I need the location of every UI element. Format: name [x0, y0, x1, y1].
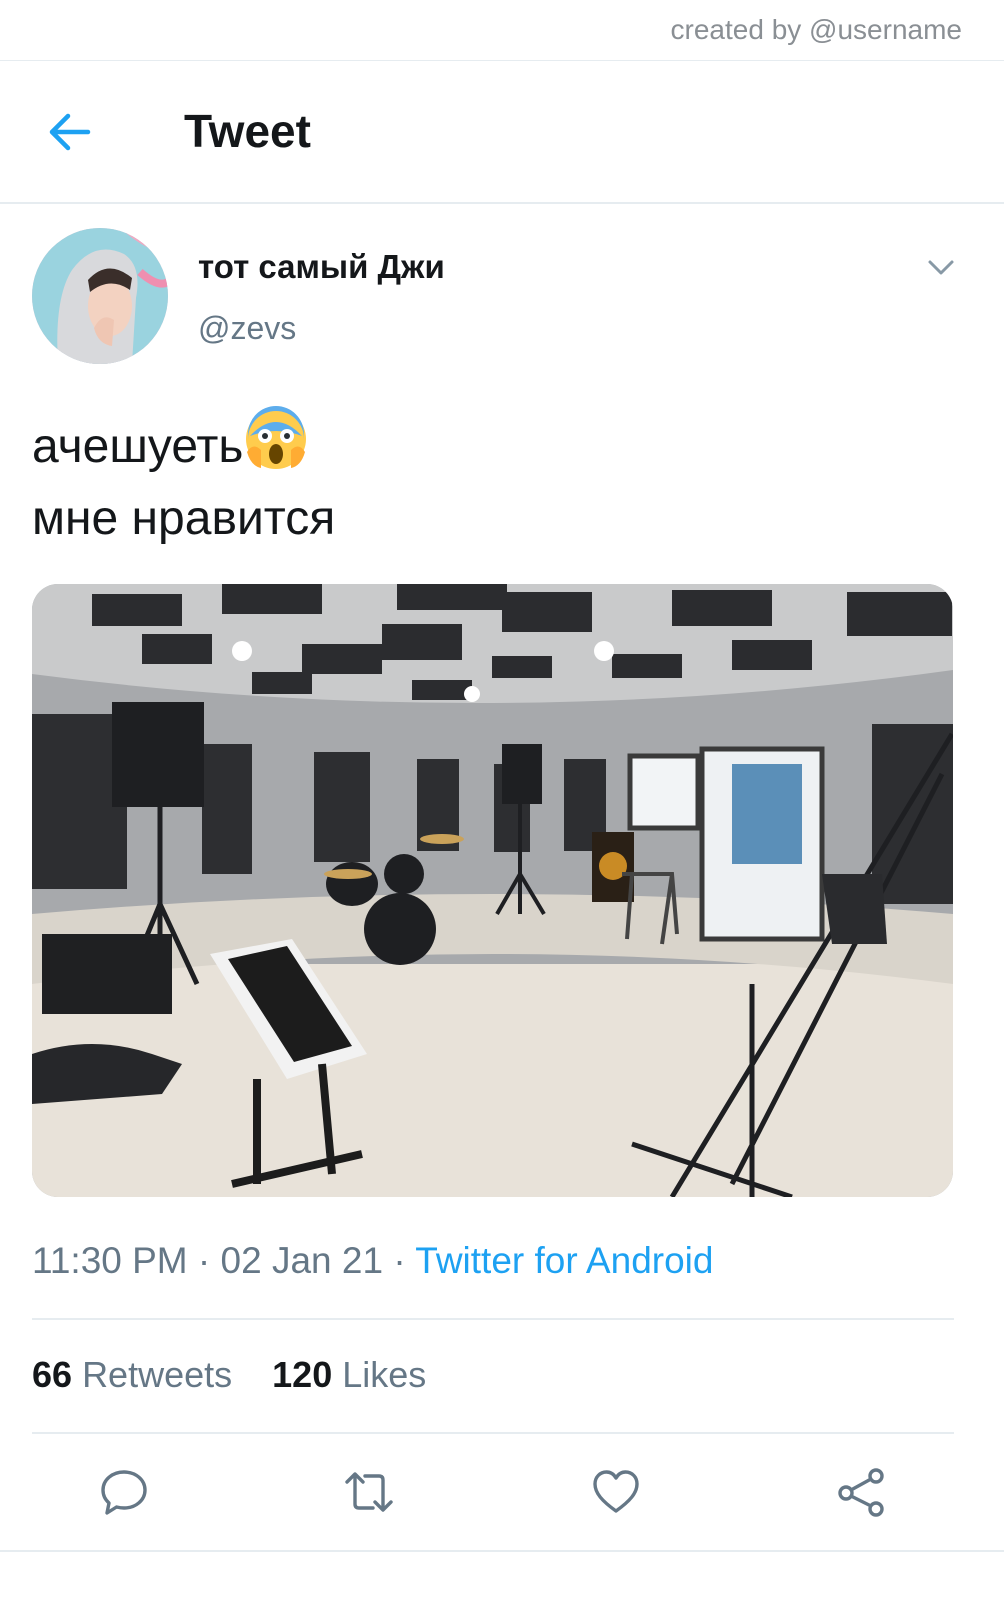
tweet-date: 02 Jan 21: [220, 1240, 384, 1281]
divider: [0, 60, 1004, 61]
arrow-left-icon[interactable]: [44, 106, 96, 158]
tweet-text-line: ачешуеть: [32, 420, 244, 473]
meta-dot: ·: [393, 1240, 406, 1281]
tweet-media-image[interactable]: [32, 584, 953, 1197]
tweet-text: ачешуеть мне нравится: [32, 406, 335, 555]
retweets-stat[interactable]: 66 Retweets: [32, 1354, 232, 1395]
meta-dot: ·: [197, 1240, 211, 1281]
reply-icon[interactable]: [98, 1466, 150, 1518]
retweets-count: 66: [32, 1354, 73, 1395]
tweet-time: 11:30 PM: [32, 1240, 188, 1281]
face-screaming-in-fear-emoji: [246, 406, 307, 469]
header-bar: Tweet: [0, 62, 1004, 202]
divider: [0, 1550, 1004, 1552]
retweets-label: Retweets: [82, 1354, 233, 1395]
avatar[interactable]: [32, 228, 168, 364]
retweet-icon[interactable]: [343, 1466, 395, 1518]
tweet-text-line: мне нравится: [32, 492, 336, 545]
chevron-down-icon[interactable]: [926, 252, 956, 282]
likes-count: 120: [272, 1354, 333, 1395]
divider: [32, 1318, 954, 1320]
credit-watermark: created by @username: [670, 14, 962, 45]
display-name[interactable]: тот самый Джи: [198, 248, 445, 286]
tweet-stats: 66 Retweets 120 Likes: [32, 1354, 426, 1396]
share-icon[interactable]: [836, 1466, 888, 1518]
tweet-meta: 11:30 PM · 02 Jan 21 · Twitter for Andro…: [32, 1240, 713, 1282]
tweet-source-link[interactable]: Twitter for Android: [415, 1240, 713, 1281]
divider: [0, 202, 1004, 204]
page-title: Tweet: [184, 105, 311, 157]
likes-stat[interactable]: 120 Likes: [272, 1354, 426, 1395]
user-handle[interactable]: @zevs: [198, 310, 296, 347]
like-icon[interactable]: [590, 1466, 642, 1518]
divider: [32, 1432, 954, 1434]
likes-label: Likes: [342, 1354, 427, 1395]
